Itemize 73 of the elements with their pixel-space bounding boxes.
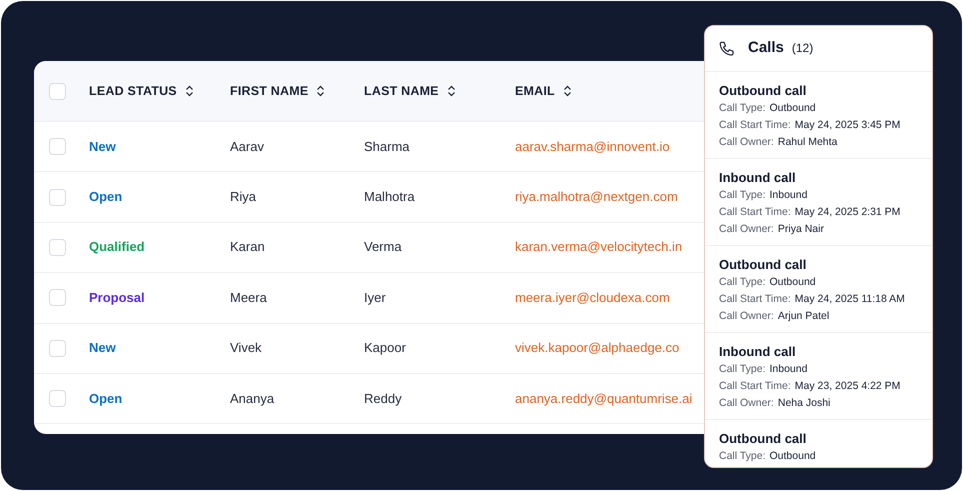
lead-status: Open: [89, 390, 122, 406]
call-title: Outbound call: [719, 82, 808, 100]
lead-status: Qualified: [89, 239, 145, 254]
column-header[interactable]: FIRST NAME: [230, 82, 308, 100]
email-link[interactable]: aarav.sharma@innovent.io: [515, 138, 670, 154]
last-name: Malhotra: [364, 189, 415, 204]
select-all-checkbox[interactable]: [49, 82, 66, 100]
call-title: Inbound call: [719, 169, 797, 187]
lead-status: New: [89, 138, 116, 154]
row-checkbox[interactable]: [49, 289, 66, 306]
email-link[interactable]: vivek.kapoor@alphaedge.co: [515, 340, 680, 356]
field-label: Call Owner:: [719, 135, 774, 150]
field-label: Call Start Time:: [719, 292, 791, 307]
field-value: May 24, 2025 11:18 AM: [794, 292, 905, 307]
field-value: Outbound: [770, 275, 816, 290]
email-link[interactable]: meera.iyer@cloudexa.com: [515, 290, 670, 305]
call-title: Outbound call: [719, 256, 808, 274]
field-value: Outbound: [770, 449, 816, 464]
first-name: Riya: [230, 189, 256, 204]
lead-status: Open: [89, 189, 122, 204]
field-value: Inbound: [770, 188, 808, 203]
field-value: Inbound: [770, 362, 808, 377]
call-count: (12): [792, 40, 814, 58]
last-name: Reddy: [364, 390, 402, 406]
first-name: Meera: [230, 290, 267, 305]
email-link[interactable]: riya.malhotra@nextgen.com: [515, 189, 678, 204]
field-value: May 24, 2025 3:45 PM: [794, 118, 900, 133]
column-header[interactable]: LEAD STATUS: [89, 82, 177, 100]
row-checkbox[interactable]: [49, 188, 66, 206]
field-label: Call Owner:: [719, 309, 774, 324]
row-checkbox[interactable]: [49, 390, 66, 408]
email-link[interactable]: ananya.reddy@quantumrise.ai: [515, 390, 692, 406]
lead-status: Proposal: [89, 290, 145, 305]
column-header[interactable]: LAST NAME: [364, 82, 439, 100]
call-title: Outbound call: [719, 430, 808, 448]
field-value: Rahul Mehta: [778, 135, 838, 150]
field-value: Arjun Patel: [778, 309, 830, 324]
field-label: Call Start Time:: [719, 379, 791, 394]
row-checkbox[interactable]: [49, 138, 66, 156]
lead-status: New: [89, 340, 116, 356]
last-name: Kapoor: [364, 340, 406, 356]
row-checkbox[interactable]: [49, 340, 66, 357]
sort-icon[interactable]: [184, 85, 194, 97]
field-label: Call Owner:: [719, 222, 774, 237]
field-label: Call Type:: [719, 188, 766, 203]
field-label: Call Type:: [719, 449, 766, 464]
first-name: Karan: [230, 239, 265, 254]
field-value: Priya Nair: [778, 222, 824, 237]
field-value: May 23, 2025 4:22 PM: [794, 379, 900, 394]
field-label: Call Type:: [719, 275, 766, 290]
sort-icon[interactable]: [316, 85, 326, 97]
row-checkbox[interactable]: [49, 238, 66, 256]
field-label: Call Type:: [719, 101, 766, 116]
panel-title: Calls: [748, 38, 784, 58]
field-label: Call Start Time:: [719, 205, 791, 220]
last-name: Verma: [364, 239, 402, 254]
sort-icon[interactable]: [446, 85, 456, 97]
field-label: Call Start Time:: [719, 118, 791, 133]
last-name: Sharma: [364, 138, 410, 154]
sort-icon[interactable]: [562, 85, 572, 97]
first-name: Aarav: [230, 138, 264, 154]
field-value: May 24, 2025 2:31 PM: [794, 205, 900, 220]
field-label: Call Owner:: [719, 396, 774, 411]
email-link[interactable]: karan.verma@velocitytech.in: [515, 239, 682, 254]
first-name: Vivek: [230, 340, 262, 356]
call-title: Inbound call: [719, 343, 797, 361]
field-value: Outbound: [770, 101, 816, 116]
field-label: Call Type:: [719, 362, 766, 377]
phone-icon: [718, 40, 736, 58]
last-name: Iyer: [364, 290, 386, 305]
field-value: Neha Joshi: [778, 396, 830, 411]
column-header[interactable]: EMAIL: [515, 82, 555, 100]
first-name: Ananya: [230, 390, 274, 406]
